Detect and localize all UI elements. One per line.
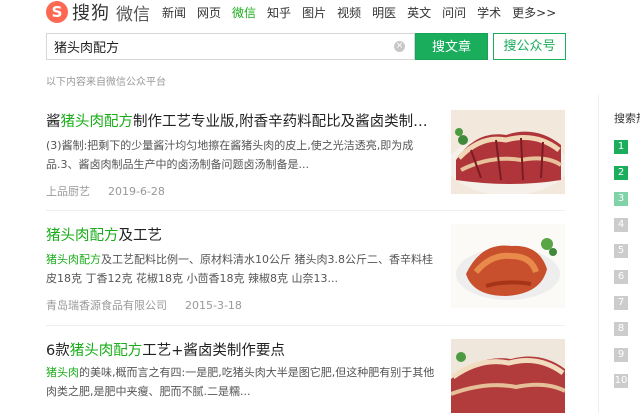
title-highlight: 猪头肉配方 [60, 114, 134, 130]
hot-rank-badge: 10 [614, 374, 628, 388]
snippet-highlight: 猪头肉配方 [46, 253, 101, 266]
result-meta: 上品厨艺 2019-6-28 [46, 183, 165, 199]
sogou-logo-icon [46, 1, 68, 23]
nav-item-more[interactable]: 更多>> [512, 4, 556, 21]
result-date: 2015-3-18 [185, 299, 242, 312]
sidebar-title: 搜索热 [614, 112, 640, 125]
result-thumbnail[interactable] [451, 339, 565, 413]
pork-dish-image [451, 110, 565, 194]
hot-rank-badge: 8 [614, 322, 628, 336]
nav-item-zhihu[interactable]: 知乎 [267, 4, 291, 21]
result-meta: 青岛瑞香源食品有限公司 2015-3-18 [46, 297, 242, 313]
top-nav: 新闻 网页 微信 知乎 图片 视频 明医 英文 问问 学术 更多>> [162, 4, 567, 21]
hot-rank-badge: 3 [614, 192, 628, 206]
result-source[interactable]: 上品厨艺 [46, 185, 90, 198]
result-item: 猪头肉配方及工艺 猪头肉配方及工艺配料比例一、原材料清水10公斤 猪头肉3.8公… [46, 224, 565, 314]
result-item: 6款猪头肉配方工艺+酱卤类制作要点 猪头肉的美味,概而言之有四:一是肥,吃猪头肉… [46, 339, 565, 413]
hot-rank-badge: 5 [614, 244, 628, 258]
result-title[interactable]: 酱猪头肉配方制作工艺专业版,附香辛药料配比及酱卤类制作要点 [46, 110, 436, 131]
snippet-highlight: 猪头肉 [46, 366, 79, 379]
nav-item-news[interactable]: 新闻 [162, 4, 186, 21]
hot-rank-badge: 4 [614, 218, 628, 232]
result-title[interactable]: 猪头肉配方及工艺 [46, 224, 436, 245]
search-accounts-button[interactable]: 搜公众号 [493, 33, 566, 60]
nav-item-weixin[interactable]: 微信 [232, 4, 256, 21]
title-text: 6款 [46, 343, 70, 359]
hot-rank-badge: 9 [614, 348, 628, 362]
result-item: 酱猪头肉配方制作工艺专业版,附香辛药料配比及酱卤类制作要点 (3)酱制:把剩下的… [46, 110, 565, 200]
hot-rank-badge: 1 [614, 140, 628, 154]
nav-item-english[interactable]: 英文 [407, 4, 431, 21]
result-source[interactable]: 青岛瑞香源食品有限公司 [46, 299, 167, 312]
nav-item-images[interactable]: 图片 [302, 4, 326, 21]
result-thumbnail[interactable] [451, 224, 565, 308]
nav-item-mingyi[interactable]: 明医 [372, 4, 396, 21]
snippet-text: 及工艺配料比例一、原材料清水10公斤 猪头肉3.8公斤二、香辛料桂皮18克 丁香… [46, 253, 433, 285]
title-text: 酱 [46, 114, 61, 130]
pork-dish-image [451, 224, 565, 308]
result-title[interactable]: 6款猪头肉配方工艺+酱卤类制作要点 [46, 339, 436, 360]
result-snippet: 猪头肉配方及工艺配料比例一、原材料清水10公斤 猪头肉3.8公斤二、香辛料桂皮1… [46, 250, 436, 288]
sogou-logo[interactable]: 搜狗 微信 [46, 0, 150, 25]
divider [46, 210, 565, 211]
hot-rank-badge: 7 [614, 296, 628, 310]
nav-item-web[interactable]: 网页 [197, 4, 221, 21]
logo-text: 搜狗 [72, 3, 110, 24]
sidebar-divider [598, 95, 599, 413]
hot-rank-badge: 2 [614, 166, 628, 180]
search-box: × [46, 33, 415, 60]
snippet-text: 的美味,概而言之有四:一是肥,吃猪头肉大半是图它肥,但这种肥有别于其他肉类之肥,… [46, 366, 435, 398]
clear-icon[interactable]: × [394, 41, 405, 52]
title-highlight: 猪头肉配方 [46, 228, 119, 244]
title-text: 工艺+酱卤类制作要点 [142, 343, 285, 359]
search-input[interactable] [47, 34, 377, 59]
logo-sub-text: 微信 [116, 4, 150, 25]
title-text: 及工艺 [118, 228, 163, 244]
result-date: 2019-6-28 [108, 185, 165, 198]
result-snippet: (3)酱制:把剩下的少量酱汁均匀地擦在酱猪头肉的皮上,使之光洁透亮,即为成品.3… [46, 139, 414, 171]
search-articles-button[interactable]: 搜文章 [415, 33, 488, 60]
source-note: 以下内容来自微信公众平台 [46, 77, 166, 88]
divider [46, 325, 565, 326]
title-text: 制作工艺专业版,附香辛药料配比及酱卤类制作要点 [133, 114, 436, 130]
nav-item-wenwen[interactable]: 问问 [442, 4, 466, 21]
result-thumbnail[interactable] [451, 110, 565, 194]
pork-dish-image [451, 339, 565, 413]
hot-rank-badge: 6 [614, 270, 628, 284]
nav-item-scholar[interactable]: 学术 [477, 4, 501, 21]
title-highlight: 猪头肉配方 [69, 343, 143, 359]
nav-item-video[interactable]: 视频 [337, 4, 361, 21]
result-snippet: 猪头肉的美味,概而言之有四:一是肥,吃猪头肉大半是图它肥,但这种肥有别于其他肉类… [46, 363, 436, 401]
